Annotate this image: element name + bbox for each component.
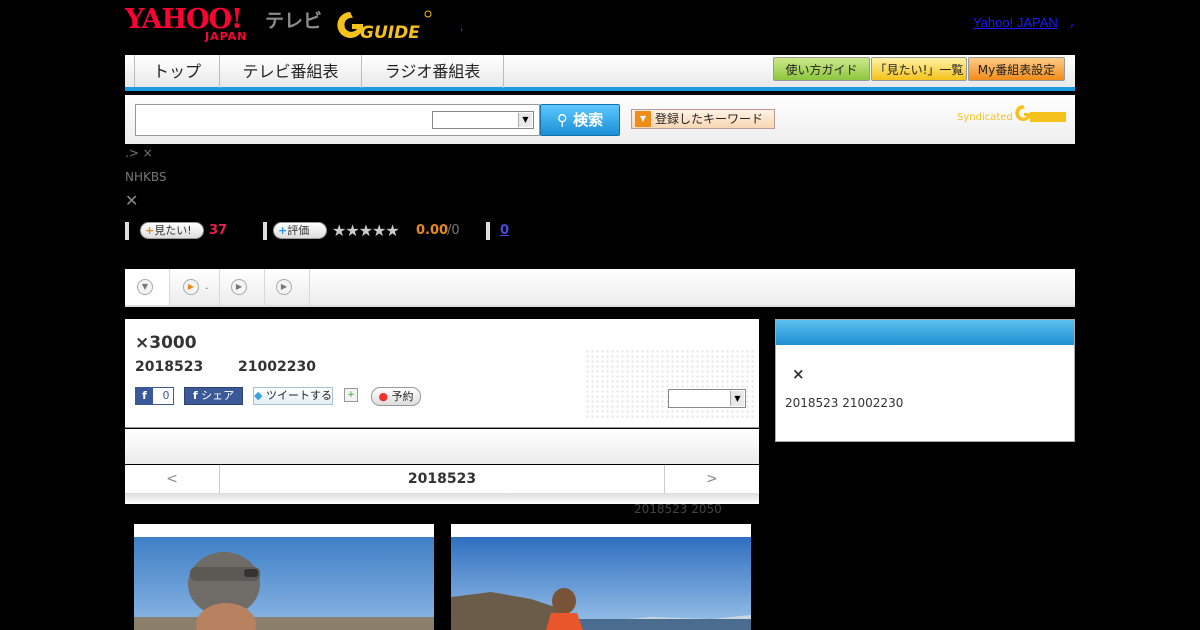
date-navigation: < 2018523 > bbox=[125, 465, 759, 504]
tweet-button[interactable]: ◆ ツイートする bbox=[253, 387, 333, 405]
yahoo-japan-link[interactable]: Yahoo! JAPAN bbox=[973, 15, 1058, 30]
want-label: 見たい! bbox=[154, 224, 192, 237]
yahoo-japan-text: JAPAN bbox=[205, 30, 248, 43]
program-title: ×3000 bbox=[135, 333, 197, 353]
sub-header-bar bbox=[125, 429, 759, 464]
facebook-icon: f bbox=[192, 389, 198, 402]
current-date: 2018523 bbox=[407, 471, 477, 487]
side-panel-mark: × bbox=[792, 365, 805, 383]
gguide-logo-text: GUIDE bbox=[360, 23, 420, 42]
facebook-share-label: シェア bbox=[201, 389, 235, 402]
stat-divider bbox=[125, 222, 129, 240]
tv-label[interactable]: テレビ bbox=[265, 6, 322, 33]
nav-tab-tv-schedule[interactable]: テレビ番組表 bbox=[220, 55, 362, 88]
nav-tab-top[interactable]: トップ bbox=[135, 55, 220, 88]
tab-third[interactable]: ▶ bbox=[220, 269, 265, 305]
play-icon: ▶ bbox=[231, 279, 247, 295]
previous-day-button[interactable]: < bbox=[125, 465, 220, 493]
rating-stars-icon: ★★★★★ bbox=[332, 221, 400, 240]
side-panel: × 2018523 21002230 bbox=[775, 319, 1075, 442]
add-calendar-icon[interactable]: + bbox=[344, 388, 358, 402]
facebook-icon: f bbox=[136, 388, 153, 404]
triangle-down-icon: ▼ bbox=[635, 111, 651, 127]
breadcrumb[interactable]: .> × bbox=[125, 146, 153, 160]
search-icon: ⚲ bbox=[556, 111, 568, 129]
search-button-label: 検索 bbox=[573, 111, 604, 129]
review-count-link[interactable]: 0 bbox=[500, 223, 509, 238]
plus-icon: + bbox=[145, 224, 155, 237]
facebook-like-button[interactable]: f 0 bbox=[135, 387, 174, 405]
program-date: 2018523 bbox=[135, 359, 204, 375]
reserve-button[interactable]: ● 予約 bbox=[371, 387, 421, 406]
syndicated-label: Syndicated bbox=[957, 112, 1013, 123]
rate-button[interactable]: +評価 bbox=[273, 222, 327, 239]
photo-2-image bbox=[451, 537, 751, 630]
next-day-button[interactable]: > bbox=[664, 465, 759, 493]
chevron-down-icon: ▼ bbox=[518, 113, 532, 127]
program-info-panel: ×3000 2018523 21002230 f 0 f シェア ◆ ツイートす… bbox=[125, 319, 759, 428]
chevron-down-icon: ▼ bbox=[137, 279, 153, 295]
rating-value: 0.00 bbox=[416, 223, 449, 238]
stat-divider bbox=[263, 222, 267, 240]
plus-icon: + bbox=[278, 224, 288, 237]
tab-details[interactable]: ▼ bbox=[125, 269, 170, 305]
side-panel-header bbox=[776, 320, 1074, 345]
header-separator: , bbox=[460, 22, 464, 33]
search-bar: ▼ ⚲ 検索 ▼ 登録したキーワード Syndicated bbox=[125, 95, 1075, 144]
program-photo-2[interactable] bbox=[451, 524, 751, 630]
registered-keywords-label: 登録したキーワード bbox=[655, 112, 764, 126]
nav-tab-radio-schedule[interactable]: ラジオ番組表 bbox=[362, 55, 504, 88]
side-panel-schedule: 2018523 21002230 bbox=[785, 396, 904, 410]
tab-second[interactable]: ▶ . bbox=[170, 269, 220, 305]
want-count: 37 bbox=[209, 223, 228, 238]
my-schedule-settings-button[interactable]: My番組表設定 bbox=[968, 57, 1065, 81]
program-time: 21002230 bbox=[238, 359, 316, 375]
reserve-label: 予約 bbox=[391, 390, 414, 403]
program-photo-1[interactable] bbox=[134, 524, 434, 630]
want-button[interactable]: +見たい! bbox=[140, 222, 204, 239]
search-button[interactable]: ⚲ 検索 bbox=[540, 104, 620, 136]
header-link-separator: , bbox=[1070, 15, 1075, 30]
yahoo-japan-logo[interactable]: YAHOO! JAPAN bbox=[125, 6, 265, 43]
tab-second-label: . bbox=[205, 279, 209, 292]
photo-1-image bbox=[134, 537, 434, 630]
search-area-select[interactable]: ▼ bbox=[432, 111, 534, 129]
rating-count: /0 bbox=[447, 223, 460, 238]
decorative-dots bbox=[585, 349, 755, 419]
program-tabs: ▼ ▶ . ▶ ▶ bbox=[125, 269, 1075, 307]
program-mark: ✕ bbox=[125, 191, 139, 210]
facebook-like-count: 0 bbox=[162, 389, 170, 402]
tab-fourth[interactable]: ▶ bbox=[265, 269, 310, 305]
stat-divider bbox=[486, 222, 490, 240]
tweet-label: ツイートする bbox=[265, 389, 332, 402]
updated-timestamp: 2018523 2050 bbox=[634, 502, 722, 516]
record-icon: ● bbox=[378, 390, 389, 403]
nav-lead bbox=[125, 55, 135, 87]
play-icon: ▶ bbox=[276, 279, 292, 295]
play-icon: ▶ bbox=[183, 279, 199, 295]
global-nav: トップ テレビ番組表 ラジオ番組表 使い方ガイド 「見たい!」一覧 My番組表設… bbox=[125, 55, 1075, 91]
facebook-share-button[interactable]: f シェア bbox=[184, 387, 243, 405]
usage-guide-button[interactable]: 使い方ガイド bbox=[773, 57, 870, 81]
syndicated-gguide-logo bbox=[1013, 103, 1067, 125]
twitter-icon: ◆ bbox=[254, 389, 263, 402]
chevron-down-icon: ▼ bbox=[730, 391, 744, 406]
rate-label: 評価 bbox=[287, 224, 310, 237]
page: YAHOO! JAPAN テレビ GUIDE , Yahoo! JAPAN , … bbox=[0, 0, 1200, 630]
channel-name: NHKBS bbox=[125, 170, 167, 184]
want-list-button[interactable]: 「見たい!」一覧 bbox=[871, 57, 967, 81]
gguide-logo[interactable]: GUIDE bbox=[334, 8, 432, 43]
program-select[interactable]: ▼ bbox=[668, 389, 746, 408]
registered-keywords-button[interactable]: ▼ 登録したキーワード bbox=[631, 109, 775, 129]
